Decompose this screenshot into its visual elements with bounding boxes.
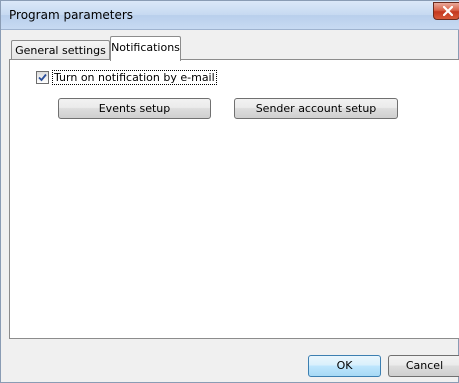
ok-button[interactable]: OK: [308, 355, 381, 377]
email-notification-checkbox[interactable]: [36, 71, 49, 84]
window-title: Program parameters: [9, 8, 134, 22]
close-button[interactable]: [433, 2, 459, 20]
checkmark-icon: [38, 73, 47, 82]
program-parameters-window: Program parameters General settings Noti…: [0, 0, 459, 383]
cancel-button[interactable]: Cancel: [388, 355, 459, 377]
events-setup-button[interactable]: Events setup: [58, 98, 211, 119]
sender-account-setup-button[interactable]: Sender account setup: [234, 98, 398, 119]
close-icon: [442, 5, 454, 19]
tab-notifications[interactable]: Notifications: [110, 36, 181, 61]
title-bar: Program parameters: [1, 1, 459, 30]
email-notification-label[interactable]: Turn on notification by e-mail: [52, 70, 217, 85]
tab-general-settings[interactable]: General settings: [11, 40, 110, 60]
